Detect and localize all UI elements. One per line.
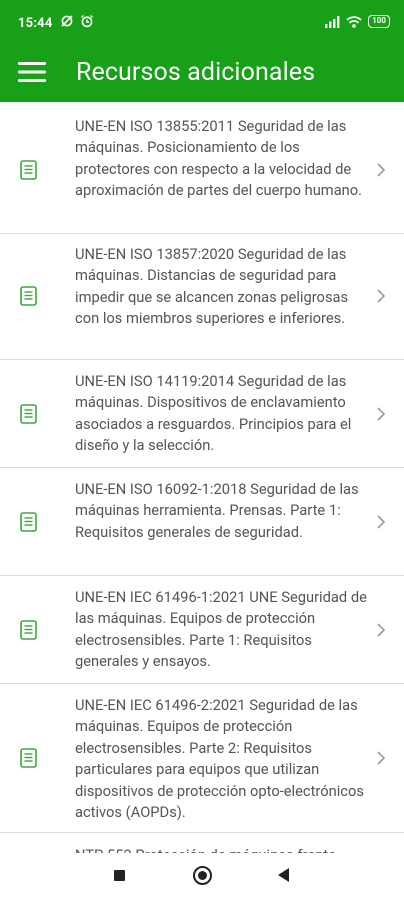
list-item[interactable]: UNE-EN ISO 13857:2020 Seguridad de las m…: [0, 234, 404, 360]
signal-icon: [325, 15, 340, 28]
document-icon: [20, 512, 37, 532]
status-time: 15:44: [18, 16, 53, 31]
list-item[interactable]: UNE-EN ISO 13855:2011 Seguridad de las m…: [0, 102, 404, 234]
alarm-icon: [81, 15, 93, 28]
page-title: Recursos adicionales: [76, 58, 316, 87]
resource-title: UNE-EN IEC 61496-1:2021 UNE Seguridad de…: [75, 588, 367, 671]
battery-icon: 100: [368, 15, 390, 28]
resource-title: UNE-EN IEC 61496-2:2021 Seguridad de las…: [75, 696, 364, 822]
chevron-right-icon: [377, 407, 386, 421]
document-icon: [20, 404, 37, 424]
chevron-right-icon: [377, 751, 386, 765]
list-item[interactable]: UNE-EN IEC 61496-2:2021 Seguridad de las…: [0, 684, 404, 833]
back-button[interactable]: [278, 868, 289, 882]
wifi-icon: [346, 15, 362, 28]
chevron-right-icon: [377, 163, 386, 177]
document-icon: [20, 286, 37, 306]
document-icon: [20, 748, 37, 768]
home-button[interactable]: [193, 866, 212, 885]
hamburger-menu-icon: [18, 62, 46, 82]
chevron-right-icon: [377, 289, 386, 303]
list-item[interactable]: UNE-EN ISO 16092-1:2018 Seguridad de las…: [0, 468, 404, 576]
resource-title: NTP 552 Protección de máquinas frente: [75, 845, 375, 853]
document-icon: [20, 160, 37, 180]
list-item[interactable]: UNE-EN ISO 14119:2014 Seguridad de las m…: [0, 360, 404, 468]
navigation-bar: [0, 853, 404, 900]
recents-button[interactable]: [114, 870, 125, 881]
list-item[interactable]: NTP 552 Protección de máquinas frente: [0, 833, 404, 853]
status-bar: 15:44 100: [0, 0, 404, 47]
resource-title: UNE-EN ISO 16092-1:2018 Seguridad de las…: [75, 480, 359, 541]
resource-title: UNE-EN ISO 13857:2020 Seguridad de las m…: [75, 245, 349, 328]
resource-list[interactable]: UNE-EN ISO 13855:2011 Seguridad de las m…: [0, 102, 404, 853]
status-icons-right: 100: [325, 15, 390, 28]
status-icons-left: [60, 14, 94, 28]
sync-off-icon: [61, 15, 73, 27]
chevron-right-icon: [377, 623, 386, 637]
list-item[interactable]: UNE-EN IEC 61496-1:2021 UNE Seguridad de…: [0, 576, 404, 684]
document-icon: [20, 620, 37, 640]
chevron-right-icon: [377, 515, 386, 529]
resource-title: UNE-EN ISO 14119:2014 Seguridad de las m…: [75, 372, 352, 455]
menu-button[interactable]: [15, 57, 49, 87]
resource-title: UNE-EN ISO 13855:2011 Seguridad de las m…: [75, 117, 363, 200]
app-bar: Recursos adicionales: [0, 47, 404, 102]
